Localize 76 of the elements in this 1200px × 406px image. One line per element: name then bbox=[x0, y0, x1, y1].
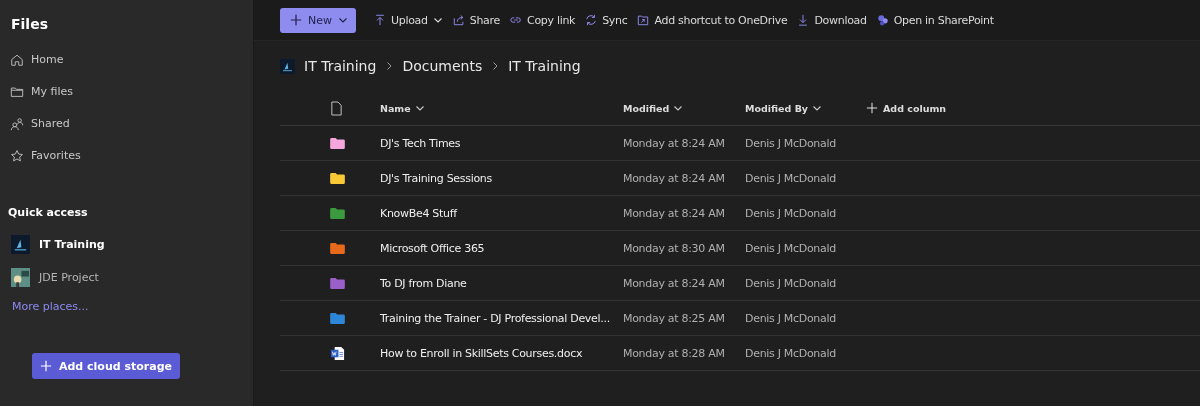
plus-icon bbox=[40, 360, 52, 372]
folder-icon bbox=[10, 84, 24, 99]
site-logo-icon bbox=[11, 267, 30, 287]
sync-icon bbox=[585, 14, 598, 26]
app-title: Files bbox=[11, 16, 49, 32]
toolbar-button[interactable]: Sync bbox=[581, 13, 632, 27]
file-row[interactable]: To DJ from Diane Monday at 8:24 AM Denis J McDonald bbox=[280, 266, 1200, 301]
chevron-down-icon bbox=[673, 103, 684, 113]
chevron-down-icon bbox=[338, 15, 348, 25]
chevron-down-icon bbox=[812, 103, 823, 113]
file-row[interactable]: DJ's Tech Times Monday at 8:24 AM Denis J McDonald bbox=[280, 126, 1200, 161]
modified-cell-text: Monday at 8:25 AM bbox=[623, 311, 726, 325]
site-logo-icon bbox=[280, 58, 295, 74]
toolbar-button[interactable]: Open in SharePoint bbox=[872, 13, 998, 27]
file-row[interactable]: Microsoft Office 365 Monday at 8:30 AM Denis J McDonald bbox=[280, 231, 1200, 266]
modified-cell-text: Monday at 8:24 AM bbox=[623, 276, 726, 290]
quick-access-item[interactable]: JDE Project bbox=[11, 267, 253, 287]
word-document-icon bbox=[330, 345, 345, 361]
toolbar-button[interactable]: Share bbox=[448, 13, 504, 27]
file-name: Microsoft Office 365 bbox=[380, 241, 486, 255]
nav-item[interactable]: Shared bbox=[7, 114, 253, 133]
breadcrumb-item[interactable]: IT Training bbox=[508, 58, 581, 74]
file-row[interactable]: How to Enroll in SkillSets Courses.docx Monday at 8:28 AM Denis J McDonald bbox=[280, 336, 1200, 371]
chevron-down-icon bbox=[414, 103, 425, 113]
file-type-icon bbox=[330, 100, 343, 116]
nav-item[interactable]: Home bbox=[7, 50, 253, 69]
file-name: How to Enroll in SkillSets Courses.docx bbox=[380, 346, 584, 360]
column-header[interactable]: Name bbox=[380, 102, 623, 114]
plus-icon bbox=[866, 102, 878, 114]
modified-by-cell-text: Denis J McDonald bbox=[745, 311, 837, 325]
star-icon bbox=[10, 148, 24, 163]
shortcut-icon bbox=[637, 14, 650, 26]
modified-by-cell-text: Denis J McDonald bbox=[745, 136, 837, 150]
toolbar-button[interactable]: Upload bbox=[370, 13, 447, 27]
modified-by-cell-text: Denis J McDonald bbox=[745, 241, 837, 255]
file-row[interactable]: DJ's Training Sessions Monday at 8:24 AM Denis J McDonald bbox=[280, 161, 1200, 196]
file-name: KnowBe4 Stuff bbox=[380, 206, 459, 220]
file-name: Training the Trainer - DJ Professional Devel... bbox=[380, 311, 611, 325]
nav-item[interactable]: My files bbox=[7, 82, 253, 101]
toolbar-button[interactable]: Copy link bbox=[506, 13, 580, 27]
toolbar-button[interactable]: Download bbox=[793, 13, 871, 27]
upload-icon bbox=[374, 14, 386, 26]
nav-item[interactable]: Favorites bbox=[7, 146, 253, 165]
file-row[interactable]: Training the Trainer - DJ Professional Devel... Monday at 8:25 AM Denis J McDonald bbox=[280, 301, 1200, 336]
home-icon bbox=[10, 52, 24, 67]
file-name: To DJ from Diane bbox=[380, 276, 468, 290]
modified-cell-text: Monday at 8:24 AM bbox=[623, 206, 726, 220]
modified-cell-text: Monday at 8:28 AM bbox=[623, 346, 726, 360]
breadcrumb-item[interactable]: IT Training bbox=[304, 58, 377, 74]
column-header[interactable]: Modified bbox=[623, 102, 745, 114]
modified-cell-text: Monday at 8:24 AM bbox=[623, 171, 726, 185]
section-heading: Quick access bbox=[8, 206, 89, 219]
modified-by-cell-text: Denis J McDonald bbox=[745, 206, 837, 220]
column-header[interactable]: Modified By bbox=[745, 102, 866, 114]
people-icon bbox=[10, 116, 24, 131]
site-logo-icon bbox=[11, 234, 30, 254]
toolbar-button[interactable]: Add shortcut to OneDrive bbox=[633, 13, 792, 27]
file-name: DJ's Tech Times bbox=[380, 136, 462, 150]
modified-cell-text: Monday at 8:24 AM bbox=[623, 136, 726, 150]
download-icon bbox=[797, 14, 810, 26]
new-button[interactable]: New bbox=[280, 7, 356, 33]
breadcrumb-item[interactable]: Documents bbox=[402, 58, 483, 74]
more-places-link[interactable]: More places... bbox=[12, 300, 253, 313]
share-icon bbox=[452, 14, 465, 26]
modified-cell-text: Monday at 8:30 AM bbox=[623, 241, 726, 255]
modified-by-cell-text: Denis J McDonald bbox=[745, 346, 837, 360]
file-name: DJ's Training Sessions bbox=[380, 171, 493, 185]
sharepoint-icon bbox=[876, 14, 889, 26]
add-cloud-storage-button[interactable]: Add cloud storage bbox=[32, 353, 180, 379]
modified-by-cell-text: Denis J McDonald bbox=[745, 171, 837, 185]
file-row[interactable]: KnowBe4 Stuff Monday at 8:24 AM Denis J McDonald bbox=[280, 196, 1200, 231]
link-icon bbox=[510, 14, 522, 26]
add-column-button[interactable]: Add column bbox=[866, 102, 947, 114]
modified-by-cell-text: Denis J McDonald bbox=[745, 276, 837, 290]
quick-access-item[interactable]: IT Training bbox=[11, 234, 253, 254]
plus-icon bbox=[290, 14, 302, 26]
